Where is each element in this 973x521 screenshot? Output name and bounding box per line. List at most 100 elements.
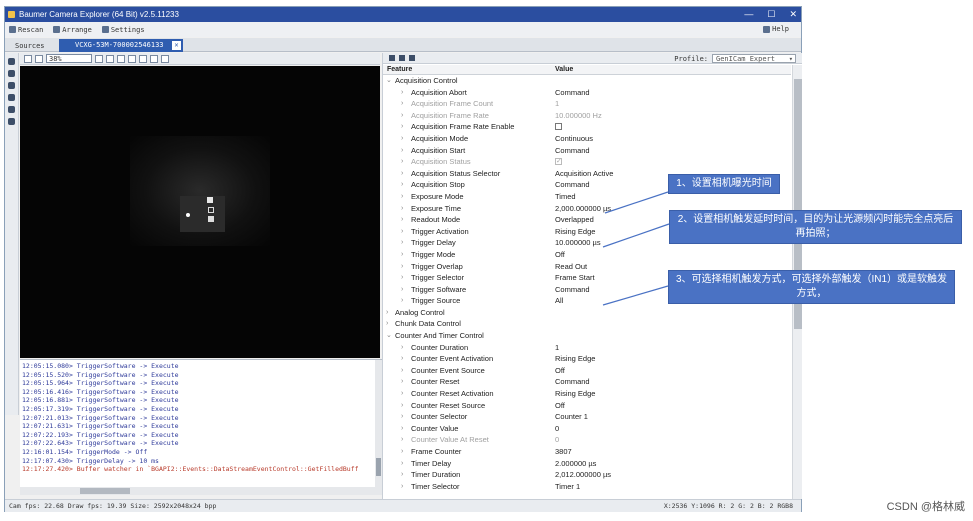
- feature-value[interactable]: Off: [555, 249, 565, 261]
- rotate-icon[interactable]: [95, 54, 103, 63]
- feature-row[interactable]: › Timer Duration 2,012.000000 µs: [383, 469, 791, 481]
- chevron-down-icon[interactable]: ⌄: [386, 330, 392, 342]
- sort-icon[interactable]: [389, 55, 395, 61]
- zoom-in-icon[interactable]: [35, 54, 43, 63]
- scroll-thumb[interactable]: [80, 488, 130, 494]
- feature-value[interactable]: 0: [555, 434, 559, 446]
- feature-value[interactable]: 0: [555, 423, 559, 435]
- feature-value[interactable]: Frame Start: [555, 272, 595, 284]
- chevron-right-icon[interactable]: ›: [401, 376, 403, 388]
- feature-value[interactable]: 10.000000 Hz: [555, 110, 602, 122]
- chevron-right-icon[interactable]: ›: [401, 284, 403, 296]
- arrange-button[interactable]: Arrange: [53, 26, 92, 34]
- chevron-right-icon[interactable]: ›: [401, 156, 403, 168]
- chevron-right-icon[interactable]: ›: [401, 133, 403, 145]
- chevron-right-icon[interactable]: ›: [386, 318, 388, 330]
- save-icon[interactable]: [8, 94, 15, 101]
- feature-category-row[interactable]: ⌄ Counter And Timer Control: [383, 330, 791, 342]
- chevron-right-icon[interactable]: ›: [401, 411, 403, 423]
- chevron-right-icon[interactable]: ›: [401, 458, 403, 470]
- tab-sources[interactable]: Sources: [11, 40, 49, 52]
- chevron-right-icon[interactable]: ›: [401, 388, 403, 400]
- play-icon[interactable]: [117, 54, 125, 63]
- chevron-right-icon[interactable]: ›: [401, 237, 403, 249]
- minimize-button[interactable]: —: [744, 7, 753, 22]
- chevron-right-icon[interactable]: ›: [401, 481, 403, 493]
- info-icon[interactable]: [409, 55, 415, 61]
- flip-icon[interactable]: [106, 54, 114, 63]
- feature-row[interactable]: › Timer Delay 2.000000 µs: [383, 458, 791, 470]
- chevron-right-icon[interactable]: ›: [401, 191, 403, 203]
- histogram-icon[interactable]: [150, 54, 158, 63]
- feature-row[interactable]: › Counter Reset Command: [383, 376, 791, 388]
- feature-value[interactable]: 2.000000 µs: [555, 458, 596, 470]
- chevron-right-icon[interactable]: ›: [401, 469, 403, 481]
- value-column-title[interactable]: Value: [555, 65, 573, 75]
- list-icon[interactable]: [399, 55, 405, 61]
- feature-category-row[interactable]: › Chunk Data Control: [383, 318, 791, 330]
- close-button[interactable]: ✕: [789, 7, 797, 22]
- feature-value[interactable]: Command: [555, 284, 590, 296]
- feature-column-title[interactable]: Feature: [387, 65, 412, 75]
- chevron-right-icon[interactable]: ›: [386, 307, 388, 319]
- feature-row[interactable]: › Counter Event Source Off: [383, 365, 791, 377]
- feature-value[interactable]: 2,012.000000 µs: [555, 469, 611, 481]
- chevron-right-icon[interactable]: ›: [401, 179, 403, 191]
- maximize-button[interactable]: ☐: [767, 7, 775, 22]
- feature-value[interactable]: Command: [555, 87, 590, 99]
- log-panel[interactable]: 12:05:15.080> TriggerSoftware -> Execute…: [20, 359, 382, 487]
- close-tab-icon[interactable]: ✕: [172, 41, 181, 50]
- chevron-right-icon[interactable]: ›: [401, 365, 403, 377]
- chevron-right-icon[interactable]: ›: [401, 145, 403, 157]
- feature-row[interactable]: › Trigger Mode Off: [383, 249, 791, 261]
- chevron-down-icon[interactable]: ⌄: [386, 75, 392, 87]
- feature-value[interactable]: Command: [555, 376, 590, 388]
- feature-value[interactable]: Rising Edge: [555, 226, 595, 238]
- feature-row[interactable]: › Counter Duration 1: [383, 342, 791, 354]
- feature-row[interactable]: › Counter Value 0: [383, 423, 791, 435]
- chevron-right-icon[interactable]: ›: [401, 342, 403, 354]
- feature-row[interactable]: › Acquisition Mode Continuous: [383, 133, 791, 145]
- chevron-right-icon[interactable]: ›: [401, 353, 403, 365]
- tools-icon[interactable]: [8, 118, 15, 125]
- checkbox-icon[interactable]: [555, 123, 562, 131]
- chevron-right-icon[interactable]: ›: [401, 249, 403, 261]
- feature-row[interactable]: › Frame Counter 3807: [383, 446, 791, 458]
- feature-row[interactable]: › Acquisition Abort Command: [383, 87, 791, 99]
- chevron-right-icon[interactable]: ›: [401, 295, 403, 307]
- feature-row[interactable]: › Acquisition Frame Rate 10.000000 Hz: [383, 110, 791, 122]
- checkbox-checked-icon[interactable]: [555, 156, 562, 168]
- chevron-right-icon[interactable]: ›: [401, 446, 403, 458]
- feature-row[interactable]: › Acquisition Frame Count 1: [383, 98, 791, 110]
- stop-icon[interactable]: [128, 54, 136, 63]
- feature-value[interactable]: Command: [555, 179, 590, 191]
- settings-button[interactable]: Settings: [101, 26, 145, 34]
- fit-icon[interactable]: [161, 54, 169, 63]
- feature-value[interactable]: Off: [555, 400, 565, 412]
- camera-icon[interactable]: [8, 70, 15, 77]
- feature-value[interactable]: Acquisition Active: [555, 168, 613, 180]
- feature-value[interactable]: Counter 1: [555, 411, 588, 423]
- feature-value[interactable]: 1: [555, 342, 559, 354]
- chevron-right-icon[interactable]: ›: [401, 168, 403, 180]
- feature-category-row[interactable]: › Analog Control: [383, 307, 791, 319]
- log-horizontal-scrollbar[interactable]: [20, 487, 382, 495]
- log-vertical-scrollbar[interactable]: [375, 360, 382, 487]
- feature-value[interactable]: Rising Edge: [555, 353, 595, 365]
- feature-value[interactable]: Overlapped: [555, 214, 594, 226]
- folder-icon[interactable]: [8, 106, 15, 113]
- profile-select[interactable]: GenICam Expert: [712, 54, 796, 64]
- scroll-thumb[interactable]: [376, 458, 381, 476]
- feature-value[interactable]: Command: [555, 145, 590, 157]
- feature-row[interactable]: › Acquisition Status: [383, 156, 791, 168]
- feature-value[interactable]: 10.000000 µs: [555, 237, 601, 249]
- feature-value[interactable]: Rising Edge: [555, 388, 595, 400]
- feature-value[interactable]: 3807: [555, 446, 572, 458]
- chevron-right-icon[interactable]: ›: [401, 98, 403, 110]
- zoom-out-icon[interactable]: [24, 54, 32, 63]
- feature-row[interactable]: › Counter Value At Reset 0: [383, 434, 791, 446]
- chevron-right-icon[interactable]: ›: [401, 400, 403, 412]
- feature-row[interactable]: › Counter Event Activation Rising Edge: [383, 353, 791, 365]
- grid-icon[interactable]: [139, 54, 147, 63]
- help-button[interactable]: Help: [763, 22, 789, 37]
